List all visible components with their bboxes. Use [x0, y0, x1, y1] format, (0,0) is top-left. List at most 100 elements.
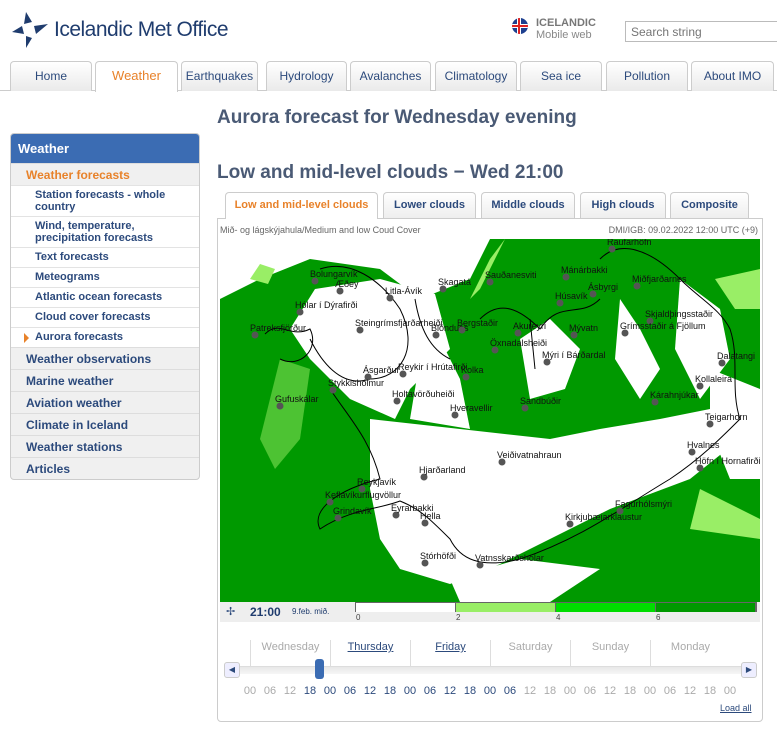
hour-tick[interactable]: 00 — [320, 685, 340, 697]
sidebar-subitem[interactable]: Meteograms — [11, 267, 199, 287]
day-friday[interactable]: Friday — [410, 640, 490, 666]
forecast-time: 21:00 — [250, 605, 281, 619]
aurora-icon: ✢ — [226, 606, 236, 618]
sidebar-section[interactable]: Articles — [11, 457, 199, 479]
station-label: Grindavík — [333, 506, 372, 516]
sidebar-subitem[interactable]: Aurora forecasts — [11, 327, 199, 347]
station-label: Litla-Ávík — [385, 286, 423, 296]
logo[interactable]: Icelandic Met Office — [12, 12, 229, 48]
hour-tick: 18 — [703, 685, 717, 697]
station-label: Vatnsskarðshólar — [475, 553, 544, 563]
sidebar-subitem[interactable]: Atlantic ocean forecasts — [11, 287, 199, 307]
hour-tick[interactable]: 00 — [400, 685, 420, 697]
sidebar-section[interactable]: Climate in Iceland — [11, 413, 199, 435]
station-label: Höfn í Hornafirði — [695, 456, 760, 466]
station-label: Kolka — [461, 365, 484, 375]
sidebar-subitem[interactable]: Wind, temperature, precipitation forecas… — [11, 216, 199, 247]
main-nav: Home Weather Earthquakes Hydrology Avalanche… — [0, 61, 777, 92]
map-caption: Mið- og lágskýjahula/Medium and low Coud… — [220, 225, 421, 235]
hour-tick: 18 — [623, 685, 637, 697]
map-tab[interactable]: Composite — [670, 192, 749, 218]
station-label: Ásbyrgi — [588, 282, 618, 292]
nav-tab-about-imo[interactable]: About IMO — [691, 61, 774, 91]
hour-tick: 12 — [283, 685, 297, 697]
nav-tab-earthquakes[interactable]: Earthquakes — [181, 61, 258, 91]
station-label: Hella — [420, 511, 441, 521]
sidebar-section[interactable]: Aviation weather — [11, 391, 199, 413]
language-switch[interactable]: ICELANDIC Mobile web — [512, 17, 596, 41]
sidebar-subitem[interactable]: Text forecasts — [11, 247, 199, 267]
cloud-cover-map[interactable]: Raufarhöfn BolungarvíkÆðey Litla-Ávík Skaga… — [220, 239, 760, 602]
sidebar-section[interactable]: Marine weather — [11, 369, 199, 391]
sidebar-item-weather-forecasts[interactable]: Weather forecasts — [11, 163, 199, 185]
hour-tick[interactable]: 18 — [300, 685, 320, 697]
station-label: Steingrímsfjarðarheiði — [355, 318, 443, 328]
hour-tick[interactable]: 12 — [360, 685, 380, 697]
map-tab[interactable]: High clouds — [580, 192, 666, 218]
station-label: Miðfjarðarnes — [632, 274, 687, 284]
hour-tick[interactable]: 18 — [460, 685, 480, 697]
mobile-web-link[interactable]: Mobile web — [536, 29, 596, 41]
station-label: Hvalnes — [687, 440, 720, 450]
sidebar-subitem-label: Wind, temperature, precipitation forecas… — [35, 220, 153, 244]
nav-tab-avalanches[interactable]: Avalanches — [350, 61, 431, 91]
station-label: Sandbúðir — [520, 396, 561, 406]
hour-tick[interactable]: 06 — [340, 685, 360, 697]
day-thursday[interactable]: Thursday — [330, 640, 410, 666]
station-label: Raufarhöfn — [607, 239, 652, 247]
station-label: Hjarðarland — [419, 465, 466, 475]
sidebar-section[interactable]: Weather stations — [11, 435, 199, 457]
station-label: Reykir í Hrútafirði — [398, 362, 468, 372]
station-label: Fagurhólsmýri — [615, 499, 672, 509]
sidebar-subitem-label: Aurora forecasts — [35, 331, 124, 343]
search-input[interactable] — [625, 21, 777, 42]
station-label: Bolungarvík — [310, 269, 358, 279]
station-label: Kirkjubæjarklaustur — [565, 512, 642, 522]
sidebar-subitem[interactable]: Station forecasts - whole country — [11, 185, 199, 216]
logo-text: Icelandic Met Office — [54, 18, 229, 41]
station-label: Akureyri — [513, 321, 546, 331]
legend-tick: 0 — [356, 613, 361, 622]
sidebar-section[interactable]: Weather observations — [11, 347, 199, 369]
sidebar: Weather Weather forecasts Station foreca… — [10, 133, 200, 480]
map-tab[interactable]: Middle clouds — [481, 192, 575, 218]
map-caption-bar: Mið- og lágskýjahula/Medium and low Coud… — [220, 225, 760, 238]
map-tab[interactable]: Lower clouds — [383, 192, 476, 218]
station-label: Teigarhorn — [705, 412, 748, 422]
nav-tab-pollution[interactable]: Pollution — [606, 61, 688, 91]
station-label: Hveravellir — [450, 403, 493, 413]
next-button[interactable]: ▶ — [741, 662, 757, 678]
time-slider-track[interactable] — [232, 666, 752, 674]
time-slider-handle[interactable] — [315, 659, 324, 679]
nav-tab-home[interactable]: Home — [10, 61, 92, 91]
hour-tick[interactable]: 18 — [380, 685, 400, 697]
day-monday: Monday — [650, 640, 730, 666]
hour-tick: 00 — [243, 685, 257, 697]
sidebar-subitem-label: Atlantic ocean forecasts — [35, 291, 163, 303]
station-label: Ásgarður — [363, 365, 400, 375]
map-tab[interactable]: Low and mid-level clouds — [225, 192, 378, 219]
station-label: Stórhöfði — [420, 551, 456, 561]
color-legend — [355, 602, 757, 612]
hour-tick[interactable]: 06 — [500, 685, 520, 697]
station-label: Veiðivatnahraun — [497, 450, 562, 460]
nav-tab-hydrology[interactable]: Hydrology — [266, 61, 347, 91]
sidebar-title[interactable]: Weather — [11, 134, 199, 163]
load-all-link[interactable]: Load all — [720, 703, 752, 713]
hour-tick[interactable]: 12 — [440, 685, 460, 697]
hour-tick[interactable]: 00 — [480, 685, 500, 697]
previous-button[interactable]: ◀ — [224, 662, 240, 678]
station-label: Mýri í Bárðardal — [542, 350, 606, 360]
sidebar-subitem[interactable]: Cloud cover forecasts — [11, 307, 199, 327]
nav-tab-weather[interactable]: Weather — [95, 61, 178, 92]
hour-tick: 00 — [643, 685, 657, 697]
hour-tick[interactable]: 06 — [420, 685, 440, 697]
hour-tick: 12 — [523, 685, 537, 697]
station-label: Kollaleira — [695, 374, 732, 384]
nav-tab-sea-ice[interactable]: Sea ice — [520, 61, 602, 91]
language-link[interactable]: ICELANDIC — [536, 17, 596, 29]
nav-tab-climatology[interactable]: Climatology — [435, 61, 517, 91]
station-label: Kárahnjúkar — [650, 390, 699, 400]
hour-tick: 06 — [583, 685, 597, 697]
forecast-date: 9.feb. mið. — [292, 607, 330, 616]
